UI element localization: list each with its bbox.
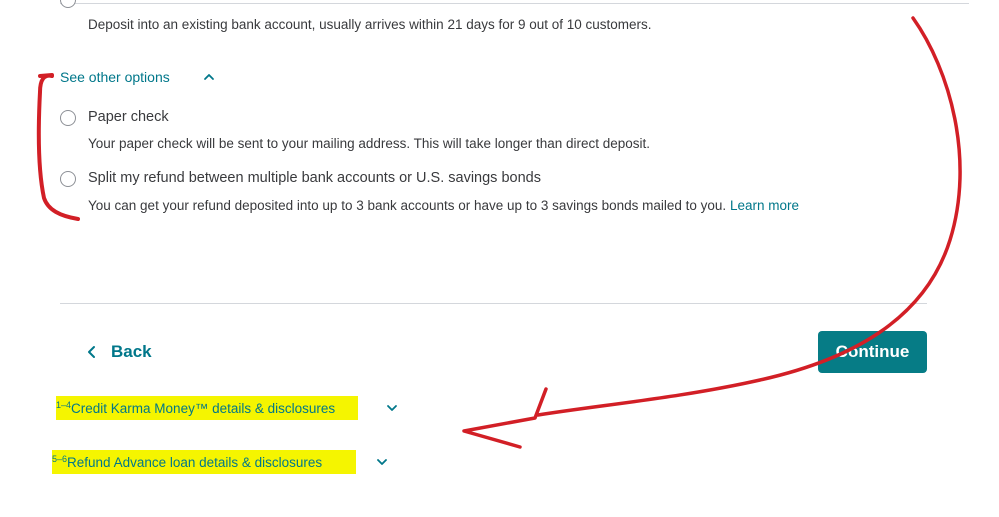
continue-button[interactable]: Continue bbox=[818, 331, 927, 373]
annotation-arrowhead bbox=[462, 387, 548, 449]
disclosure-footnote-ref: 5–6 bbox=[52, 454, 68, 464]
direct-deposit-description: Deposit into an existing bank account, u… bbox=[88, 17, 652, 32]
chevron-left-icon bbox=[88, 346, 95, 358]
see-other-options-toggle[interactable]: See other options bbox=[60, 69, 170, 85]
back-button[interactable]: Back bbox=[86, 342, 152, 362]
direct-deposit-radio[interactable] bbox=[60, 0, 76, 8]
annotation-bracket bbox=[36, 73, 80, 221]
paper-check-description: Your paper check will be sent to your ma… bbox=[88, 136, 651, 151]
refund-advance-disclosures-toggle[interactable]: 5–6 Refund Advance loan details & disclos… bbox=[52, 450, 356, 474]
disclosure-label: Credit Karma Money™ details & disclosure… bbox=[71, 400, 336, 416]
back-label: Back bbox=[111, 342, 152, 361]
annotation-bracket-tick bbox=[38, 73, 54, 78]
disclosure-footnote-ref: 1–4 bbox=[56, 400, 72, 410]
split-refund-description-text: You can get your refund deposited into u… bbox=[88, 198, 727, 213]
split-refund-radio[interactable] bbox=[60, 171, 76, 187]
split-refund-description: You can get your refund deposited into u… bbox=[88, 198, 799, 213]
credit-karma-disclosures-toggle[interactable]: 1–4 Credit Karma Money™ details & disclos… bbox=[56, 396, 358, 420]
split-refund-label: Split my refund between multiple bank ac… bbox=[88, 170, 541, 186]
section-border bbox=[60, 3, 969, 4]
learn-more-link[interactable]: Learn more bbox=[730, 198, 799, 213]
chevron-down-icon[interactable] bbox=[386, 403, 398, 413]
chevron-up-icon[interactable] bbox=[203, 71, 215, 83]
disclosure-label: Refund Advance loan details & disclosure… bbox=[67, 454, 323, 470]
paper-check-radio[interactable] bbox=[60, 110, 76, 126]
divider bbox=[60, 303, 927, 304]
paper-check-label: Paper check bbox=[88, 109, 169, 125]
see-other-options-label: See other options bbox=[60, 69, 170, 85]
chevron-down-icon[interactable] bbox=[376, 457, 388, 467]
